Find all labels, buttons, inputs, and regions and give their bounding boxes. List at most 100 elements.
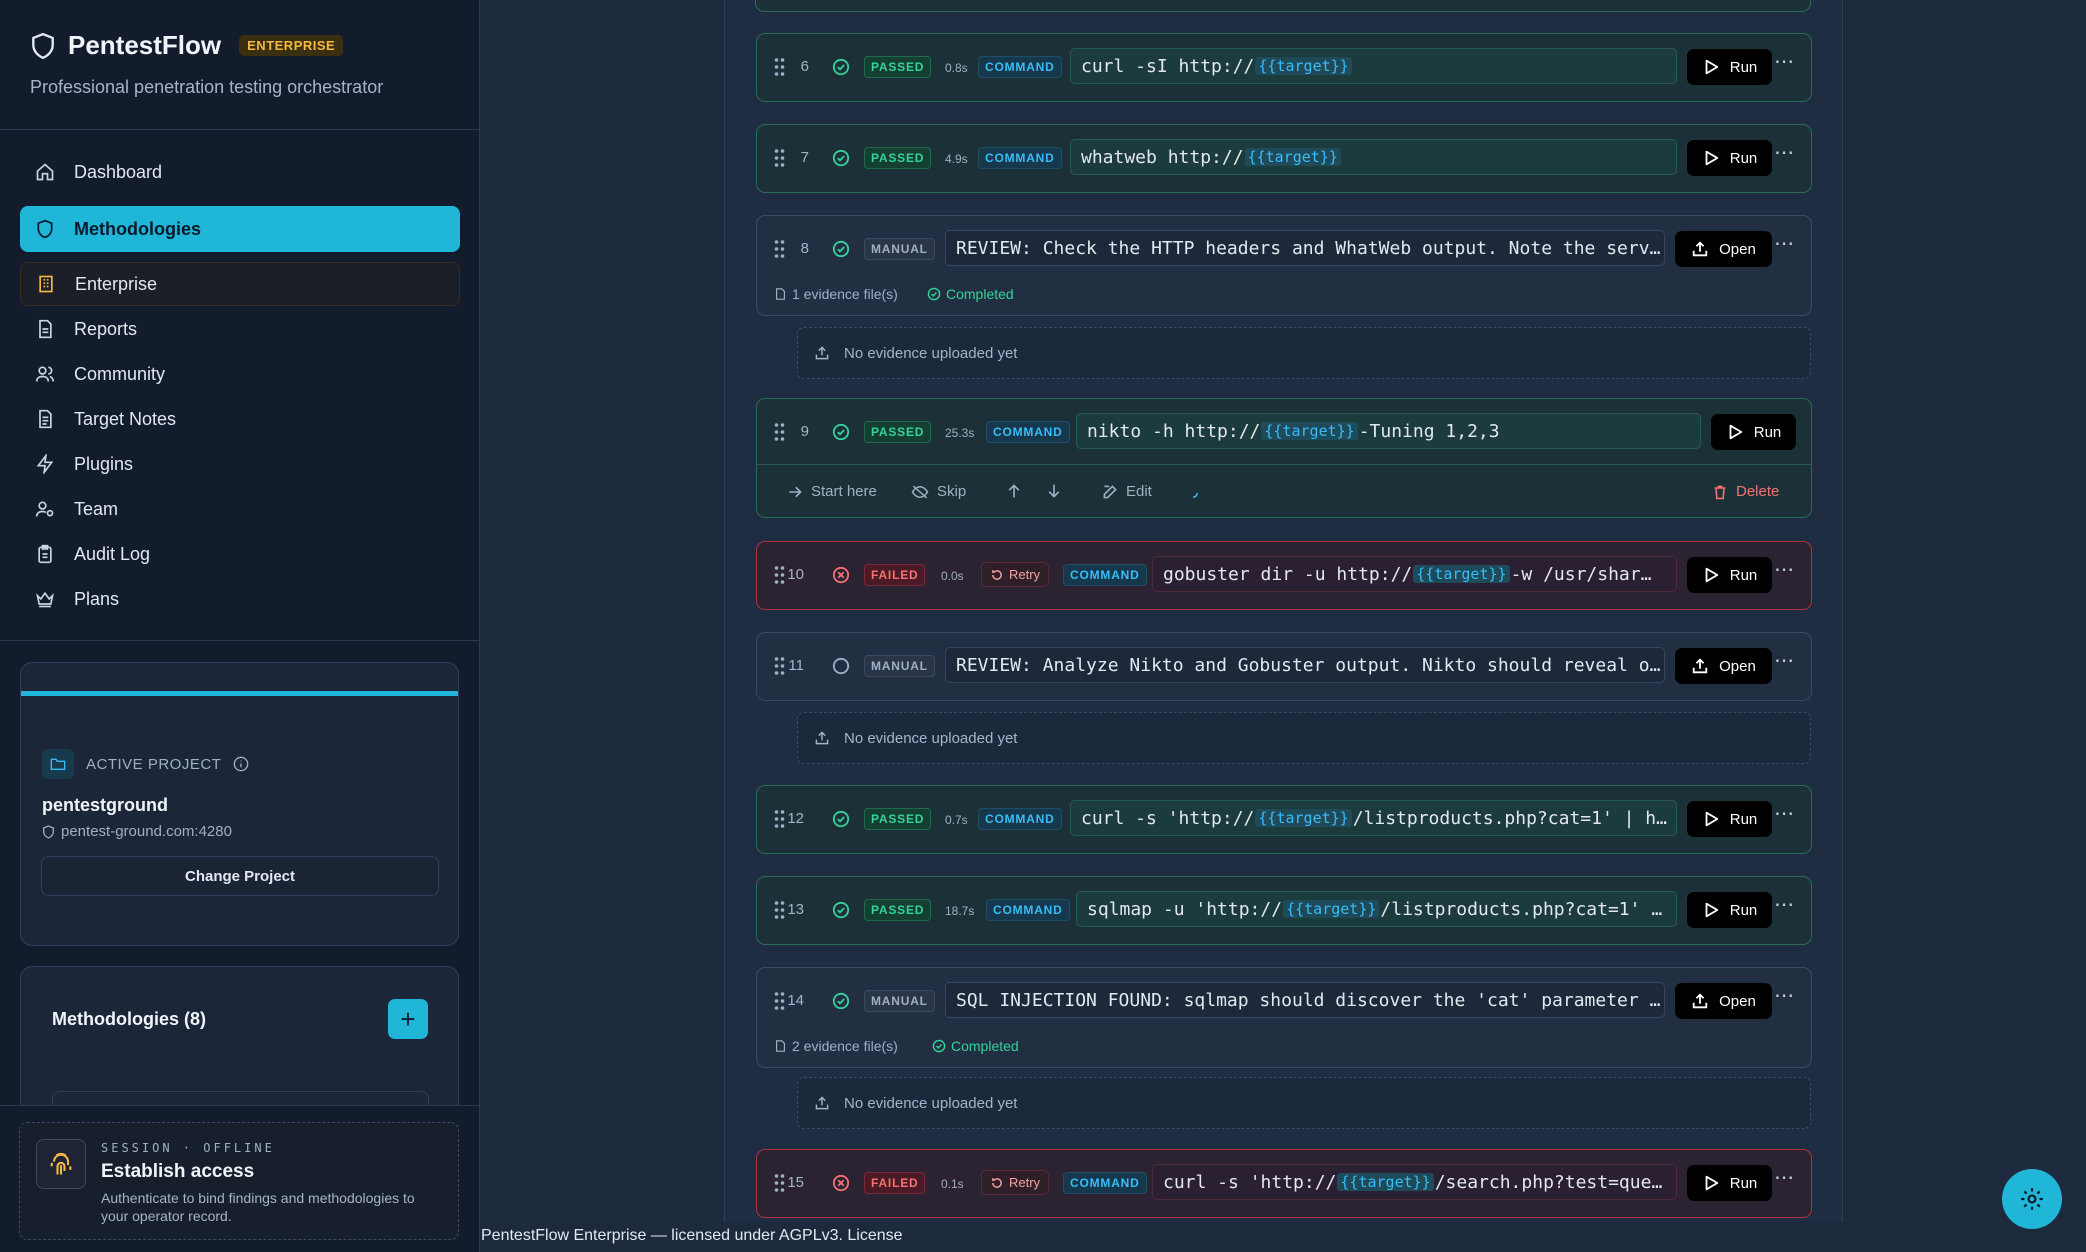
command-field[interactable]: sqlmap -u 'http://{{target}}/listproduct…: [1076, 891, 1677, 927]
step-number: 9: [800, 423, 809, 440]
move-down-button[interactable]: [1047, 483, 1061, 499]
more-options-icon[interactable]: ⋯: [1774, 234, 1794, 257]
manual-step-text[interactable]: REVIEW: Analyze Nikto and Gobuster outpu…: [945, 647, 1665, 683]
evidence-count-text: 2 evidence file(s): [792, 1038, 898, 1054]
command-field[interactable]: whatweb http://{{target}}: [1070, 139, 1677, 175]
arrow-up-icon: [1008, 484, 1020, 498]
sidebar-item-label: Team: [74, 498, 119, 519]
session-title: Establish access: [101, 1161, 255, 1182]
check-circle-icon: [832, 240, 850, 258]
sidebar-item-methodologies[interactable]: Methodologies: [20, 206, 460, 252]
evidence-dropzone[interactable]: No evidence uploaded yet: [797, 712, 1811, 764]
type-badge: COMMAND: [986, 421, 1070, 443]
step-number: 8: [800, 240, 809, 257]
retry-button[interactable]: Retry: [981, 1170, 1050, 1195]
edit-button[interactable]: Edit: [1102, 483, 1152, 500]
circle-icon: [832, 657, 850, 675]
step-card-9[interactable]: 9 PASSED 25.3s COMMAND nikto -h http://{{tar…: [756, 398, 1812, 518]
more-options-icon[interactable]: ⋯: [1774, 651, 1794, 674]
evidence-dropzone[interactable]: No evidence uploaded yet: [797, 327, 1811, 379]
manual-step-text[interactable]: REVIEW: Check the HTTP headers and WhatW…: [945, 230, 1665, 266]
command-field[interactable]: curl -s 'http://{{target}}/search.php?te…: [1152, 1164, 1677, 1200]
start-here-button[interactable]: Start here: [787, 483, 877, 500]
step-card-15[interactable]: 15 FAILED 0.1s Retry COMMAND curl -s 'http://…: [756, 1149, 1812, 1218]
duration: 0.0s: [941, 569, 964, 583]
retry-button[interactable]: Retry: [981, 562, 1050, 587]
brand[interactable]: PentestFlow ENTERPRISE: [30, 30, 344, 61]
app-title: PentestFlow: [68, 30, 222, 60]
command-text-rest: /listproducts.php?cat=1' …: [1380, 898, 1663, 920]
skip-button[interactable]: Skip: [911, 483, 966, 500]
more-options-icon[interactable]: ⋯: [1774, 143, 1794, 166]
edit-icon: [1103, 484, 1117, 498]
folder-icon: [42, 749, 74, 779]
team-icon: [34, 498, 56, 520]
play-icon: [1705, 150, 1718, 166]
crown-icon: [34, 588, 56, 610]
run-button[interactable]: Run: [1711, 414, 1796, 450]
run-button[interactable]: Run: [1687, 801, 1772, 837]
run-button[interactable]: Run: [1687, 557, 1772, 593]
sidebar-item-community[interactable]: Community: [20, 352, 460, 396]
retry-label: Retry: [1009, 567, 1041, 582]
more-options-icon[interactable]: ⋯: [1774, 895, 1794, 918]
delete-button[interactable]: Delete: [1712, 483, 1779, 500]
step-card-11[interactable]: 11 MANUAL REVIEW: Analyze Nikto and Gobust…: [756, 632, 1812, 701]
sidebar-item-dashboard[interactable]: Dashboard: [20, 150, 460, 194]
target-variable: {{target}}: [1337, 1173, 1434, 1191]
sidebar-item-reports[interactable]: Reports: [20, 307, 460, 351]
evidence-count: 2 evidence file(s): [774, 1038, 898, 1054]
more-options-icon[interactable]: ⋯: [1774, 560, 1794, 583]
open-button[interactable]: Open: [1675, 231, 1772, 267]
command-field[interactable]: gobuster dir -u http://{{target}} -w /us…: [1152, 556, 1677, 592]
run-button[interactable]: Run: [1687, 892, 1772, 928]
open-button[interactable]: Open: [1675, 983, 1772, 1019]
sidebar-item-target-notes[interactable]: Target Notes: [20, 397, 460, 441]
command-text-rest: -w /usr/shar…: [1510, 563, 1652, 585]
type-badge: COMMAND: [986, 899, 1070, 921]
move-up-button[interactable]: [1007, 483, 1021, 499]
active-project-text: ACTIVE PROJECT: [86, 755, 222, 773]
session-status: SESSION · OFFLINE: [101, 1141, 275, 1155]
target-variable: {{target}}: [1413, 565, 1510, 583]
step-card-10[interactable]: 10 FAILED 0.0s Retry COMMAND gobuster dir -u …: [756, 541, 1812, 610]
more-options-icon[interactable]: ⋯: [1774, 986, 1794, 1009]
command-field[interactable]: nikto -h http://{{target}} -Tuning 1,2,3: [1076, 413, 1701, 449]
status-badge: PASSED: [864, 56, 932, 78]
step-card-7[interactable]: 7 PASSED 4.9s COMMAND whatweb http://{{targe…: [756, 124, 1812, 193]
more-options-icon[interactable]: ⋯: [1774, 804, 1794, 827]
run-button[interactable]: Run: [1687, 49, 1772, 85]
more-options-icon[interactable]: ⋯: [1774, 1168, 1794, 1191]
open-button[interactable]: Open: [1675, 648, 1772, 684]
sidebar-item-plugins[interactable]: Plugins: [20, 442, 460, 486]
more-options-icon[interactable]: ⋯: [1774, 52, 1794, 75]
manual-step-text[interactable]: SQL INJECTION FOUND: sqlmap should disco…: [945, 982, 1665, 1018]
change-project-button[interactable]: Change Project: [41, 856, 439, 896]
step-card-14[interactable]: 14 MANUAL SQL INJECTION FOUND: sqlmap shou…: [756, 967, 1812, 1068]
step-card-12[interactable]: 12 PASSED 0.7s COMMAND curl -s 'http://{{tar…: [756, 785, 1812, 854]
step-card-13[interactable]: 13 PASSED 18.7s COMMAND sqlmap -u 'http://{{…: [756, 876, 1812, 945]
sidebar-item-enterprise[interactable]: Enterprise: [20, 262, 460, 306]
step-card-6[interactable]: 6 PASSED 0.8s COMMAND curl -sI http://{{targ…: [756, 33, 1812, 102]
enterprise-badge: ENTERPRISE: [239, 35, 344, 56]
type-badge: COMMAND: [978, 808, 1062, 830]
step-card-8[interactable]: 8 MANUAL REVIEW: Check the HTTP headers an…: [756, 215, 1812, 316]
command-field[interactable]: curl -s 'http://{{target}}/listproducts.…: [1070, 800, 1677, 836]
arrow-right-icon: [789, 486, 802, 497]
command-text: curl -s 'http://: [1163, 1171, 1337, 1193]
sidebar-item-plans[interactable]: Plans: [20, 577, 460, 621]
sidebar-item-team[interactable]: Team: [20, 487, 460, 531]
command-field[interactable]: curl -sI http://{{target}}: [1070, 48, 1677, 84]
evidence-dropzone[interactable]: No evidence uploaded yet: [797, 1077, 1811, 1129]
establish-access-box[interactable]: SESSION · OFFLINE Establish access Authe…: [19, 1122, 459, 1240]
run-button[interactable]: Run: [1687, 140, 1772, 176]
run-button[interactable]: Run: [1687, 1165, 1772, 1201]
edit-label: Edit: [1126, 483, 1152, 500]
manual-text: REVIEW: Analyze Nikto and Gobuster outpu…: [956, 654, 1664, 676]
settings-button[interactable]: [2002, 1169, 2062, 1229]
active-project-card: ACTIVE PROJECT pentestground pentest-gro…: [20, 662, 459, 946]
sidebar-item-audit-log[interactable]: Audit Log: [20, 532, 460, 576]
status-badge: PASSED: [864, 147, 932, 169]
info-icon[interactable]: [233, 756, 249, 772]
add-methodology-button[interactable]: +: [388, 999, 428, 1039]
